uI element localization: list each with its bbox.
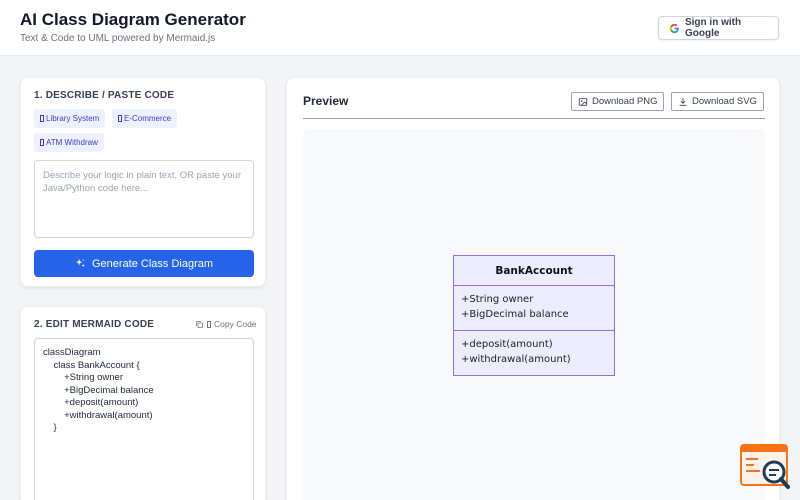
uml-class-name: BankAccount: [454, 256, 614, 286]
chip-label: ATM Withdraw: [46, 138, 98, 147]
description-input[interactable]: [34, 160, 254, 238]
copy-code-button[interactable]: Copy Code: [195, 319, 257, 329]
example-chip-library[interactable]: Library System: [34, 109, 106, 128]
google-signin-label: Sign in with Google: [684, 17, 742, 39]
copy-icon: [196, 320, 203, 328]
download-svg-label: Download SVG: [692, 96, 757, 107]
app-header: AI Class Diagram Generator Text & Code t…: [0, 0, 800, 56]
chip-label: E-Commerce: [124, 114, 172, 123]
search-logo-icon: [740, 444, 790, 489]
uml-method: +deposit(amount): [461, 339, 553, 350]
chip-label: Library System: [46, 114, 100, 123]
download-icon: [679, 97, 687, 106]
example-chip-atm[interactable]: ATM Withdraw: [34, 133, 104, 152]
chip-glyph-icon: [40, 139, 44, 146]
download-svg-button[interactable]: Download SVG: [671, 92, 764, 111]
generate-diagram-button[interactable]: Generate Class Diagram: [34, 250, 254, 277]
example-chip-ecommerce[interactable]: E-Commerce: [112, 109, 178, 128]
uml-attribute: +String owner: [461, 294, 534, 305]
chip-glyph-icon: [118, 115, 122, 122]
copy-code-label: Copy Code: [214, 319, 257, 329]
edit-title: 2. EDIT MERMAID CODE: [34, 319, 155, 330]
app-subtitle: Text & Code to UML powered by Mermaid.js: [20, 33, 216, 44]
image-icon: [578, 97, 588, 106]
edit-code-panel: 2. EDIT MERMAID CODE Copy Code classDiag…: [20, 306, 266, 500]
preview-title: Preview: [303, 94, 349, 108]
download-png-label: Download PNG: [592, 96, 658, 107]
uml-method: +withdrawal(amount): [461, 354, 571, 365]
download-png-button[interactable]: Download PNG: [571, 92, 665, 111]
copy-glyph-icon: [207, 320, 211, 328]
google-icon: [669, 23, 679, 33]
uml-methods: +deposit(amount) +withdrawal(amount): [454, 331, 614, 373]
generate-label: Generate Class Diagram: [91, 257, 214, 270]
preview-divider: [303, 118, 765, 119]
app-title: AI Class Diagram Generator: [20, 10, 246, 29]
describe-title: 1. DESCRIBE / PASTE CODE: [34, 90, 175, 101]
chip-glyph-icon: [40, 115, 44, 122]
sparkles-icon: [75, 258, 85, 268]
google-signin-button[interactable]: Sign in with Google: [658, 16, 779, 40]
diagram-canvas[interactable]: BankAccount +String owner +BigDecimal ba…: [303, 129, 765, 500]
preview-panel: Preview Download PNG Download SVG BankAc…: [286, 77, 780, 500]
uml-attributes: +String owner +BigDecimal balance: [454, 286, 614, 331]
mermaid-code-editor[interactable]: classDiagram class BankAccount { +String…: [34, 338, 254, 500]
uml-attribute: +BigDecimal balance: [461, 309, 569, 320]
uml-class-box[interactable]: BankAccount +String owner +BigDecimal ba…: [453, 255, 615, 376]
describe-panel: 1. DESCRIBE / PASTE CODE Library System …: [20, 77, 266, 287]
